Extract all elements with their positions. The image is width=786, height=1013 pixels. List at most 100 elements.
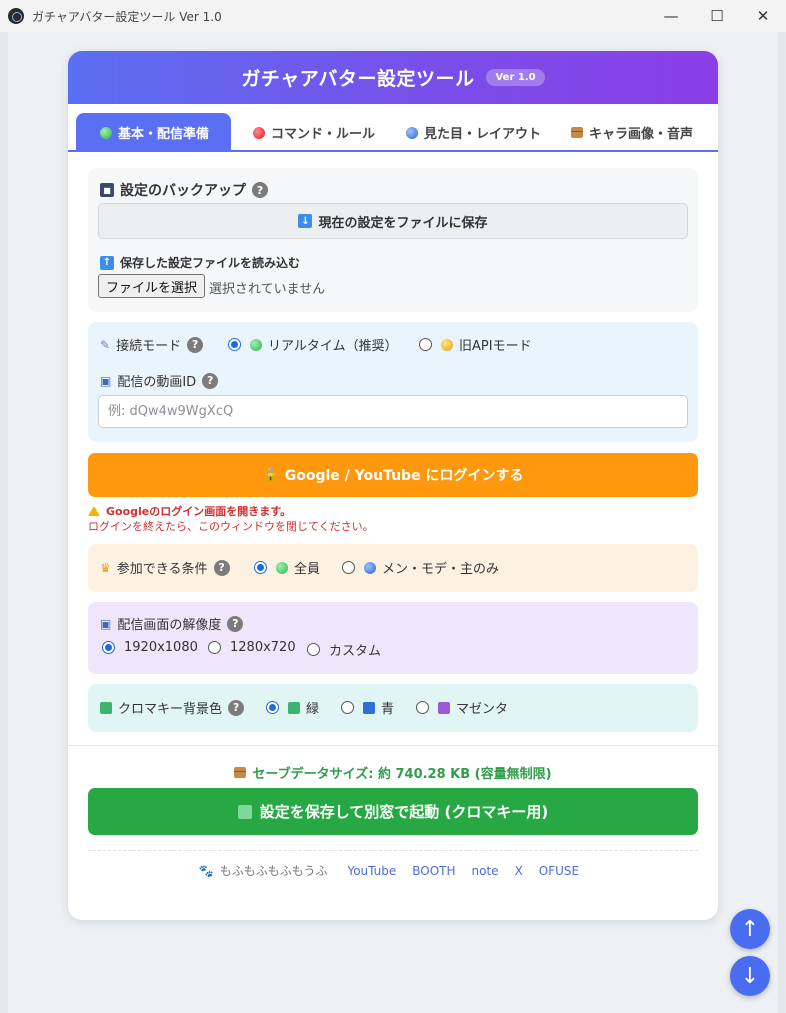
background-left	[0, 32, 8, 1013]
scroll-down-button[interactable]: ↓	[730, 956, 770, 996]
chroma-key-section: クロマキー背景色 ? 緑 青 マゼンタ	[88, 684, 698, 732]
link-note[interactable]: note	[472, 864, 499, 878]
video-id-text: 配信の動画ID	[117, 375, 197, 390]
condition-option-members[interactable]: メン・モデ・主のみ	[342, 558, 499, 577]
option-label: 旧APIモード	[459, 339, 532, 354]
participation-section: ♛ 参加できる条件 ? 全員 メン・モデ・主のみ	[88, 544, 698, 592]
green-square-icon	[100, 701, 112, 714]
option-label: 青	[381, 702, 395, 717]
radio-button[interactable]	[266, 701, 279, 714]
option-label: 全員	[294, 562, 321, 577]
green-square-icon	[237, 804, 252, 819]
tab-label: 見た目・レイアウト	[424, 127, 542, 142]
settings-card: ガチャアバター設定ツール Ver 1.0 基本・配信準備 コマンド・ルール 見た…	[68, 51, 718, 920]
chroma-option-blue[interactable]: 青	[341, 698, 394, 717]
blue-circle-icon	[406, 126, 418, 139]
load-settings-title: ↑ 保存した設定ファイルを読み込む	[100, 254, 300, 271]
resolution-option-1080[interactable]: 1920x1080	[102, 640, 198, 655]
save-settings-file-button[interactable]: ↓ 現在の設定をファイルに保存	[98, 203, 688, 239]
help-icon[interactable]: ?	[202, 372, 219, 389]
link-ofuse[interactable]: OFUSE	[539, 864, 579, 878]
google-login-button[interactable]: 🔒 Google / YouTube にログインする	[88, 453, 698, 497]
choose-file-button[interactable]: ファイルを選択	[98, 274, 206, 298]
chroma-key-label: クロマキー背景色 ?	[100, 698, 245, 717]
arrow-up-icon: ↑	[100, 255, 114, 270]
radio-button[interactable]	[254, 561, 267, 574]
blue-circle-icon	[364, 561, 376, 574]
link-booth[interactable]: BOOTH	[412, 864, 455, 878]
radio-button[interactable]	[102, 641, 115, 654]
connection-mode-text: 接続モード	[116, 339, 182, 354]
paw-icon: 🐾	[198, 863, 214, 878]
login-warning: Googleのログイン画面を開きます。	[88, 503, 291, 519]
chroma-option-magenta[interactable]: マゼンタ	[416, 698, 508, 717]
resolution-section: ▣ 配信画面の解像度 ? 1920x1080 1280x720 カスタム	[88, 602, 698, 674]
green-circle-icon	[276, 561, 288, 574]
green-square-icon	[288, 701, 300, 714]
green-circle-icon	[250, 338, 262, 351]
tab-appearance[interactable]: 見た目・レイアウト	[406, 113, 541, 152]
blue-square-icon	[363, 701, 375, 714]
close-button[interactable]: ✕	[740, 0, 786, 32]
warning-icon	[88, 506, 100, 516]
minimize-button[interactable]: —	[648, 0, 694, 32]
green-circle-icon	[100, 126, 112, 139]
tab-label: キャラ画像・音声	[589, 127, 694, 142]
radio-button[interactable]	[307, 643, 320, 656]
connection-mode-label: ✎ 接続モード ?	[100, 335, 204, 354]
radio-button[interactable]	[341, 701, 354, 714]
arrow-down-icon: ↓	[298, 214, 313, 228]
mode-option-realtime[interactable]: リアルタイム（推奨）	[228, 335, 398, 354]
backup-section: ■ 設定のバックアップ ? ↓ 現在の設定をファイルに保存 ↑ 保存した設定ファ…	[88, 168, 698, 312]
help-icon[interactable]: ?	[213, 559, 230, 576]
backup-title-text: 設定のバックアップ	[120, 183, 246, 199]
participation-text: 参加できる条件	[116, 562, 208, 577]
login-warning-text: Googleのログイン画面を開きます。	[106, 505, 292, 518]
app-icon	[8, 8, 24, 24]
google-login-label: Google / YouTube にログインする	[284, 468, 524, 484]
resolution-option-custom[interactable]: カスタム	[307, 640, 381, 659]
background-right	[778, 32, 786, 1013]
link-youtube[interactable]: YouTube	[347, 864, 396, 878]
condition-option-everyone[interactable]: 全員	[254, 558, 320, 577]
save-data-size-text: セーブデータサイズ: 約 740.28 KB (容量無制限)	[252, 767, 552, 782]
tab-character[interactable]: キャラ画像・音声	[571, 113, 693, 152]
login-note: ログインを終えたら、このウィンドウを閉じてください。	[88, 520, 374, 533]
option-label: メン・モデ・主のみ	[382, 562, 500, 577]
radio-button[interactable]	[416, 701, 429, 714]
author-name: もふもふもふもうふ	[219, 864, 328, 878]
purple-square-icon	[438, 701, 450, 714]
maximize-button[interactable]: ☐	[694, 0, 740, 32]
mode-option-legacy-api[interactable]: 旧APIモード	[419, 335, 532, 354]
radio-button[interactable]	[419, 338, 432, 351]
footer-divider	[88, 850, 698, 851]
save-and-launch-label: 設定を保存して別窓で起動 (クロマキー用)	[259, 803, 549, 821]
help-icon[interactable]: ?	[187, 336, 204, 353]
tv-icon: ▣	[100, 616, 112, 631]
video-id-input[interactable]	[98, 395, 688, 428]
package-icon	[234, 767, 247, 778]
save-data-size: セーブデータサイズ: 約 740.28 KB (容量無制限)	[68, 763, 718, 782]
tab-commands[interactable]: コマンド・ルール	[253, 113, 375, 152]
author: 🐾 もふもふもふもうふ	[199, 862, 328, 879]
resolution-option-720[interactable]: 1280x720	[208, 640, 296, 655]
option-label: リアルタイム（推奨）	[268, 339, 398, 354]
radio-button[interactable]	[208, 641, 221, 654]
scroll-up-button[interactable]: ↑	[730, 909, 770, 949]
radio-button[interactable]	[342, 561, 355, 574]
help-icon[interactable]: ?	[228, 699, 245, 716]
tab-basic[interactable]: 基本・配信準備	[76, 113, 232, 152]
chroma-option-green[interactable]: 緑	[266, 698, 319, 717]
window-titlebar: ガチャアバター設定ツール Ver 1.0 — ☐ ✕	[0, 0, 786, 32]
link-x[interactable]: X	[515, 864, 523, 878]
tv-icon: ▣	[100, 373, 112, 388]
tab-label: 基本・配信準備	[118, 127, 210, 142]
save-settings-file-label: 現在の設定をファイルに保存	[318, 215, 488, 231]
radio-button[interactable]	[228, 338, 241, 351]
help-icon[interactable]: ?	[252, 182, 268, 198]
help-icon[interactable]: ?	[227, 615, 244, 632]
save-and-launch-button[interactable]: 設定を保存して別窓で起動 (クロマキー用)	[88, 788, 698, 835]
option-label: 緑	[306, 702, 320, 717]
tab-label: コマンド・ルール	[271, 127, 376, 142]
option-label: カスタム	[329, 644, 382, 659]
